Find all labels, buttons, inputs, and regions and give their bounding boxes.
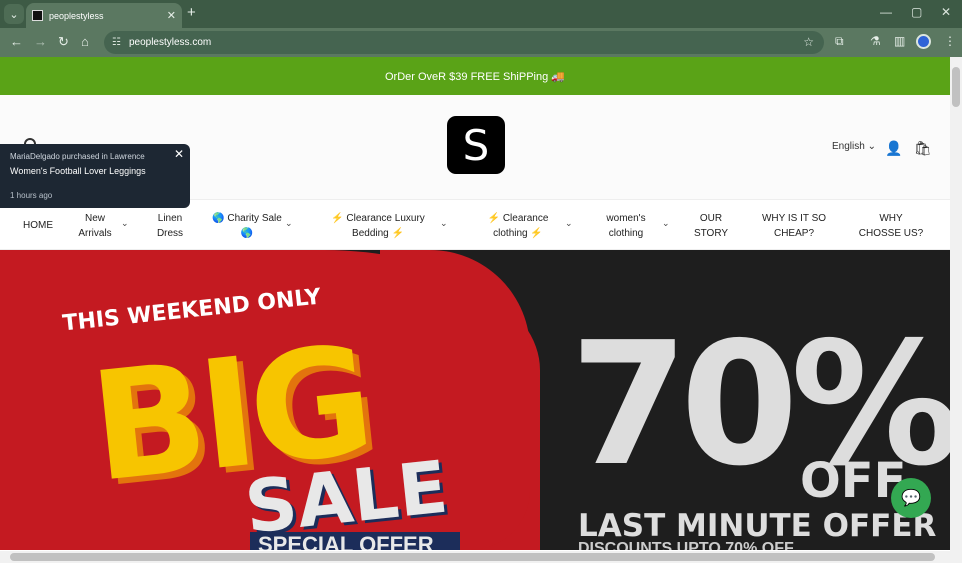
nav-label: Linen Dress xyxy=(156,212,184,239)
discount-text: DISCOUNTS UPTO 70% OFF xyxy=(578,540,794,550)
popup-product[interactable]: Women's Football Lover Leggings xyxy=(10,166,180,176)
back-icon[interactable]: ← xyxy=(10,34,23,49)
nav-why-choose[interactable]: WHY CHOSSE US? xyxy=(858,200,924,251)
account-icon[interactable]: 👤 xyxy=(885,140,902,157)
special-offer-text: SPECIAL OFFER xyxy=(250,532,460,550)
nav-label: ⚡ Clearance clothing ⚡ xyxy=(487,212,549,239)
chat-bubble-icon[interactable]: 💬 xyxy=(891,478,931,518)
extensions-icon[interactable]: ⧉ xyxy=(835,34,844,49)
new-tab-icon[interactable]: + xyxy=(187,4,196,21)
hero-banner[interactable]: THIS WEEKEND ONLY BIG SALE SPECIAL OFFER… xyxy=(0,250,950,550)
last-minute-text: LAST MINUTE OFFER xyxy=(578,508,937,544)
nav-label: women's clothing xyxy=(606,212,646,239)
chevron-down-icon[interactable]: ⌄ xyxy=(121,218,129,229)
nav-charity-sale[interactable]: 🌎 Charity Sale 🌎 xyxy=(212,200,282,251)
close-icon[interactable]: ✕ xyxy=(167,9,176,22)
chevron-down-icon[interactable]: ⌄ xyxy=(565,218,573,229)
scroll-thumb[interactable] xyxy=(952,67,960,107)
side-panel-icon[interactable]: ▥ xyxy=(894,34,905,48)
popup-time: 1 hours ago xyxy=(10,191,53,200)
tab-bar: ⌄ peoplestyless ✕ + — ▢ ✕ xyxy=(0,0,962,28)
nav-label: WHY CHOSSE US? xyxy=(858,212,924,239)
forward-icon[interactable]: → xyxy=(34,34,47,49)
star-icon[interactable]: ☆ xyxy=(803,35,814,49)
chevron-down-icon[interactable]: ⌄ xyxy=(440,218,448,229)
browser-toolbar: ← → ↻ ⌂ ☷ peoplestyless.com ☆ ⧉ ⚗ ▥ ⋮ xyxy=(0,28,962,57)
window-close-icon[interactable]: ✕ xyxy=(941,5,951,19)
cart-icon[interactable]: 🛍 xyxy=(914,140,932,157)
nav-label: ⚡ Clearance Luxury Bedding ⚡ xyxy=(331,212,425,239)
nav-label: HOME xyxy=(23,220,53,231)
nav-why-cheap[interactable]: WHY IS IT SO CHEAP? xyxy=(760,200,828,251)
nav-clearance-clothing[interactable]: ⚡ Clearance clothing ⚡ xyxy=(483,200,553,251)
close-icon[interactable]: ✕ xyxy=(174,147,184,161)
page-viewport: OrDer OveR $39 FREE ShiPPing 🚚 S English… xyxy=(0,57,962,563)
url-text[interactable]: peoplestyless.com xyxy=(129,37,211,48)
tab-search-icon[interactable]: ⌄ xyxy=(4,4,24,24)
menu-icon[interactable]: ⋮ xyxy=(944,34,956,48)
maximize-icon[interactable]: ▢ xyxy=(911,5,922,19)
site-info-icon[interactable]: ☷ xyxy=(112,37,121,48)
chevron-down-icon[interactable]: ⌄ xyxy=(662,218,670,229)
labs-icon[interactable]: ⚗ xyxy=(870,34,881,48)
nav-label: New Arrivals xyxy=(78,212,112,239)
horizontal-scrollbar[interactable] xyxy=(0,551,962,563)
scroll-thumb[interactable] xyxy=(10,553,935,561)
site-logo[interactable]: S xyxy=(447,116,505,174)
popup-buyer: MariaDelgado purchased in Lawrence xyxy=(10,152,145,161)
language-selector[interactable]: English ⌄ xyxy=(832,141,876,152)
tab-title: peoplestyless xyxy=(49,10,104,21)
purchase-notification[interactable]: MariaDelgado purchased in Lawrence Women… xyxy=(0,144,190,208)
nav-womens-clothing[interactable]: women's clothing xyxy=(597,200,655,251)
nav-label: 🌎 Charity Sale 🌎 xyxy=(212,212,282,239)
logo-letter: S xyxy=(462,120,490,170)
nav-our-story[interactable]: OUR STORY xyxy=(688,200,734,251)
active-tab[interactable]: peoplestyless ✕ xyxy=(26,3,182,28)
announcement-text: OrDer OveR $39 FREE ShiPPing 🚚 xyxy=(385,70,565,83)
vertical-scrollbar[interactable] xyxy=(950,57,962,551)
address-bar[interactable]: ☷ peoplestyless.com ☆ xyxy=(104,31,824,54)
chevron-down-icon[interactable]: ⌄ xyxy=(285,218,293,229)
profile-icon[interactable] xyxy=(916,34,931,49)
favicon-icon xyxy=(32,10,43,21)
reload-icon[interactable]: ↻ xyxy=(58,34,69,50)
nav-label: OUR STORY xyxy=(693,212,729,239)
nav-clearance-bedding[interactable]: ⚡ Clearance Luxury Bedding ⚡ xyxy=(328,200,428,251)
language-label: English xyxy=(832,141,865,152)
announcement-bar: OrDer OveR $39 FREE ShiPPing 🚚 xyxy=(0,57,950,95)
home-icon[interactable]: ⌂ xyxy=(81,34,89,49)
nav-label: WHY IS IT SO CHEAP? xyxy=(761,212,827,239)
minimize-icon[interactable]: — xyxy=(880,5,892,19)
